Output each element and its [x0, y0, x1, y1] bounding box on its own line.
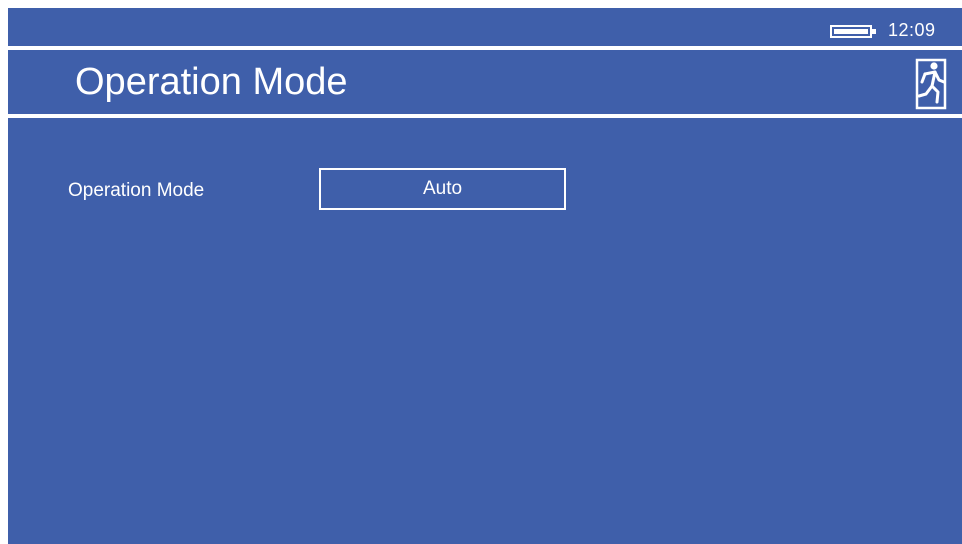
screen: 12:09 Operation Mode Operation Mode Auto [8, 8, 962, 544]
battery-fill [834, 29, 868, 34]
header-divider-bottom [8, 114, 962, 118]
clock: 12:09 [888, 20, 936, 40]
status-bar: 12:09 [8, 8, 962, 46]
battery-body [830, 25, 872, 38]
setting-label: Operation Mode [68, 180, 205, 201]
battery-icon [830, 25, 876, 38]
operation-mode-select[interactable]: Auto [319, 168, 566, 210]
page-title: Operation Mode [75, 61, 348, 103]
setting-row-operation-mode: Operation Mode Auto [8, 168, 962, 210]
exit-button[interactable] [913, 52, 949, 114]
header-divider-top [8, 46, 962, 50]
battery-tip [872, 29, 876, 34]
exit-running-man-icon [915, 58, 947, 110]
